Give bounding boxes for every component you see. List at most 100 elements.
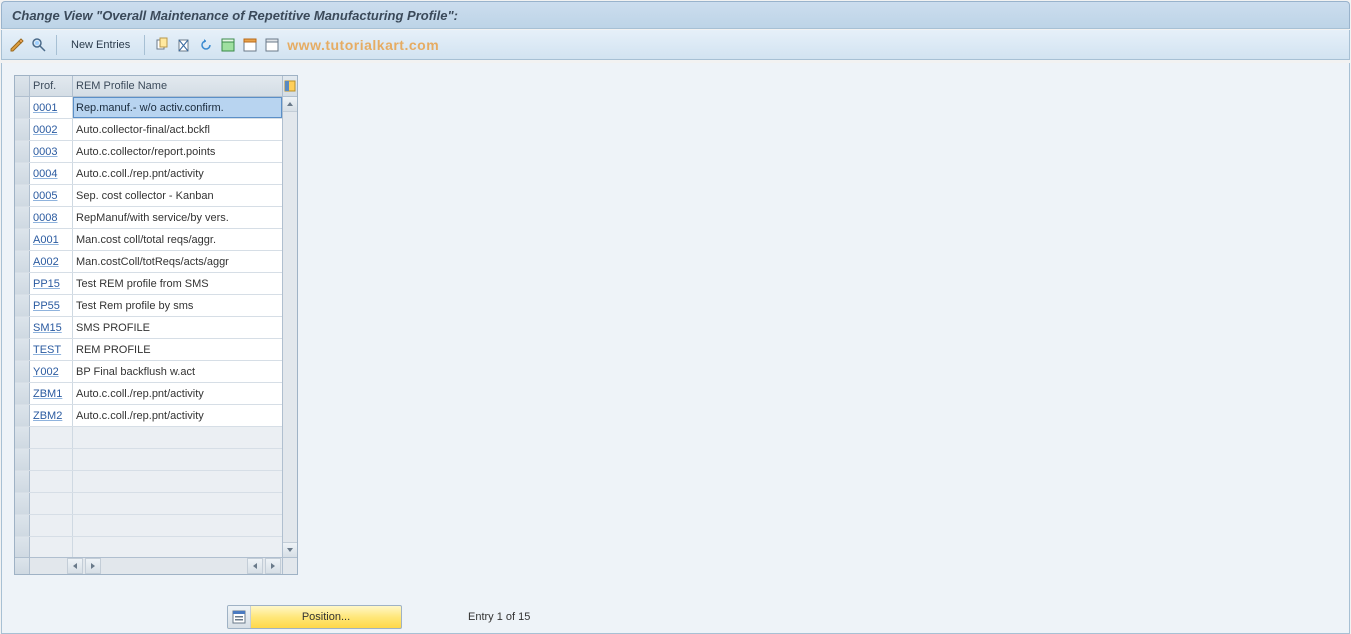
copy-icon[interactable] <box>153 36 171 54</box>
table-row[interactable] <box>15 537 282 557</box>
table-row[interactable] <box>15 427 282 449</box>
row-selector[interactable] <box>15 383 30 404</box>
cell-prof[interactable]: 0004 <box>30 163 73 184</box>
cell-prof[interactable]: A001 <box>30 229 73 250</box>
undo-icon[interactable] <box>197 36 215 54</box>
cell-prof[interactable]: 0001 <box>30 97 73 118</box>
row-selector[interactable] <box>15 119 30 140</box>
cell-name[interactable]: Man.costColl/totReqs/acts/aggr <box>73 251 282 272</box>
cell-name[interactable]: Auto.c.coll./rep.pnt/activity <box>73 163 282 184</box>
delete-icon[interactable] <box>175 36 193 54</box>
table-row[interactable]: 0004Auto.c.coll./rep.pnt/activity <box>15 163 282 185</box>
column-header-prof[interactable]: Prof. <box>30 76 73 96</box>
row-selector[interactable] <box>15 295 30 316</box>
table-row[interactable]: A002Man.costColl/totReqs/acts/aggr <box>15 251 282 273</box>
cell-name[interactable] <box>73 537 282 557</box>
cell-prof[interactable]: ZBM1 <box>30 383 73 404</box>
cell-prof[interactable]: SM15 <box>30 317 73 338</box>
select-block-icon[interactable] <box>241 36 259 54</box>
row-selector[interactable] <box>15 427 30 448</box>
row-selector[interactable] <box>15 97 30 118</box>
cell-name[interactable]: Sep. cost collector - Kanban <box>73 185 282 206</box>
scroll-down-icon[interactable] <box>283 542 297 557</box>
cell-name[interactable]: RepManuf/with service/by vers. <box>73 207 282 228</box>
cell-name[interactable] <box>73 515 282 536</box>
cell-name[interactable]: Rep.manuf.- w/o activ.confirm. <box>73 97 282 118</box>
row-selector[interactable] <box>15 273 30 294</box>
row-selector[interactable] <box>15 317 30 338</box>
cell-prof[interactable]: A002 <box>30 251 73 272</box>
cell-name[interactable]: Auto.c.collector/report.points <box>73 141 282 162</box>
cell-name[interactable]: Auto.c.coll./rep.pnt/activity <box>73 383 282 404</box>
table-row[interactable]: Y002BP Final backflush w.act <box>15 361 282 383</box>
table-row[interactable]: A001Man.cost coll/total reqs/aggr. <box>15 229 282 251</box>
table-row[interactable]: 0002Auto.collector-final/act.bckfl <box>15 119 282 141</box>
row-selector[interactable] <box>15 229 30 250</box>
row-selector[interactable] <box>15 449 30 470</box>
row-selector[interactable] <box>15 251 30 272</box>
table-row[interactable] <box>15 471 282 493</box>
scroll-right-icon[interactable] <box>85 558 101 574</box>
cell-name[interactable]: BP Final backflush w.act <box>73 361 282 382</box>
cell-prof[interactable]: Y002 <box>30 361 73 382</box>
cell-prof[interactable]: 0003 <box>30 141 73 162</box>
row-selector[interactable] <box>15 339 30 360</box>
position-button[interactable]: Position... <box>227 605 402 629</box>
scroll-track[interactable] <box>283 112 297 542</box>
scroll-left-end-icon[interactable] <box>247 558 263 574</box>
cell-prof[interactable]: 0008 <box>30 207 73 228</box>
table-row[interactable]: TESTREM PROFILE <box>15 339 282 361</box>
cell-prof[interactable]: 0005 <box>30 185 73 206</box>
scroll-right-end-icon[interactable] <box>265 558 281 574</box>
cell-name[interactable]: Auto.c.coll./rep.pnt/activity <box>73 405 282 426</box>
cell-name[interactable] <box>73 449 282 470</box>
scroll-left-icon[interactable] <box>67 558 83 574</box>
table-row[interactable] <box>15 493 282 515</box>
table-row[interactable]: 0005Sep. cost collector - Kanban <box>15 185 282 207</box>
select-all-icon[interactable] <box>219 36 237 54</box>
row-selector[interactable] <box>15 163 30 184</box>
row-selector[interactable] <box>15 361 30 382</box>
row-selector[interactable] <box>15 141 30 162</box>
row-selector[interactable] <box>15 493 30 514</box>
vertical-scrollbar[interactable] <box>282 97 297 557</box>
scroll-up-icon[interactable] <box>283 97 297 112</box>
cell-name[interactable] <box>73 493 282 514</box>
table-row[interactable]: 0008RepManuf/with service/by vers. <box>15 207 282 229</box>
cell-prof[interactable] <box>30 515 73 536</box>
cell-prof[interactable] <box>30 493 73 514</box>
table-row[interactable] <box>15 449 282 471</box>
table-row[interactable]: PP55Test Rem profile by sms <box>15 295 282 317</box>
table-row[interactable]: ZBM2Auto.c.coll./rep.pnt/activity <box>15 405 282 427</box>
cell-name[interactable]: SMS PROFILE <box>73 317 282 338</box>
cell-prof[interactable]: ZBM2 <box>30 405 73 426</box>
row-selector[interactable] <box>15 185 30 206</box>
row-selector[interactable] <box>15 537 30 557</box>
cell-prof[interactable]: PP15 <box>30 273 73 294</box>
row-selector[interactable] <box>15 471 30 492</box>
cell-prof[interactable] <box>30 471 73 492</box>
cell-prof[interactable]: 0002 <box>30 119 73 140</box>
cell-name[interactable]: REM PROFILE <box>73 339 282 360</box>
column-header-name[interactable]: REM Profile Name <box>73 76 283 96</box>
new-entries-button[interactable]: New Entries <box>65 39 136 51</box>
cell-prof[interactable] <box>30 427 73 448</box>
cell-name[interactable]: Man.cost coll/total reqs/aggr. <box>73 229 282 250</box>
table-row[interactable]: SM15SMS PROFILE <box>15 317 282 339</box>
table-row[interactable]: 0001Rep.manuf.- w/o activ.confirm. <box>15 97 282 119</box>
cell-prof[interactable] <box>30 449 73 470</box>
cell-name[interactable] <box>73 427 282 448</box>
cell-prof[interactable] <box>30 537 73 557</box>
horizontal-scrollbar[interactable] <box>15 557 297 574</box>
cell-name[interactable]: Auto.collector-final/act.bckfl <box>73 119 282 140</box>
cell-prof[interactable]: TEST <box>30 339 73 360</box>
find-icon[interactable] <box>30 36 48 54</box>
cell-name[interactable]: Test REM profile from SMS <box>73 273 282 294</box>
cell-prof[interactable]: PP55 <box>30 295 73 316</box>
table-row[interactable]: 0003Auto.c.collector/report.points <box>15 141 282 163</box>
deselect-all-icon[interactable] <box>263 36 281 54</box>
table-row[interactable]: PP15Test REM profile from SMS <box>15 273 282 295</box>
cell-name[interactable]: Test Rem profile by sms <box>73 295 282 316</box>
cell-name[interactable] <box>73 471 282 492</box>
row-selector[interactable] <box>15 405 30 426</box>
